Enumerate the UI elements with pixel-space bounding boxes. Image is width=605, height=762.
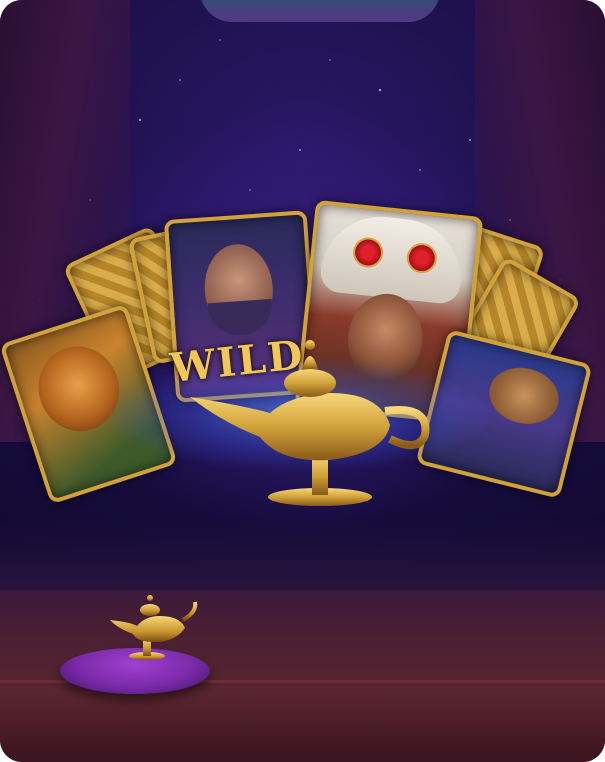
top-ornament [200,0,440,22]
camel-icon [483,360,565,431]
genie-lamp-icon [110,595,198,660]
genie-lamp-icon [190,340,430,506]
game-splash: WILD [0,0,605,762]
turban-icon [318,210,467,306]
back-wall [0,520,605,600]
veil [207,298,274,338]
